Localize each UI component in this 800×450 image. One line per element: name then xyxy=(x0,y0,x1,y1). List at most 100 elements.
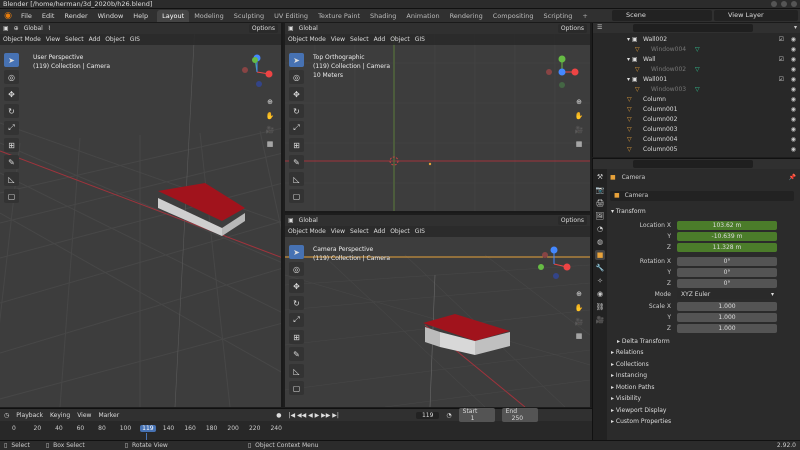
property-section-header[interactable]: ▸ Motion Paths xyxy=(611,383,654,393)
outliner-item[interactable]: ▾ ▣ Wall ☑ ◉ xyxy=(593,55,800,65)
visibility-eye-icon[interactable]: ◉ xyxy=(791,55,796,65)
world-tab-icon[interactable]: ◍ xyxy=(595,237,605,247)
camera-view-icon[interactable]: 🎥 xyxy=(574,317,584,327)
rotation-x-field[interactable]: 0° xyxy=(677,257,777,266)
object-mode-dropdown[interactable]: Object Mode xyxy=(288,228,326,235)
rotate-tool-icon[interactable]: ↻ xyxy=(4,104,19,118)
snap-icon[interactable]: ⌇ xyxy=(48,25,51,32)
menu-select[interactable]: Select xyxy=(350,228,369,235)
select-tool-icon[interactable]: ➤ xyxy=(289,53,304,67)
physics-tab-icon[interactable]: ◉ xyxy=(595,289,605,299)
record-icon[interactable]: ● xyxy=(276,412,281,419)
property-section-header[interactable]: ▸ Instancing xyxy=(611,371,647,381)
menu-playback[interactable]: Playback xyxy=(16,412,43,419)
menu-view[interactable]: View xyxy=(331,36,345,43)
timeline-ruler[interactable]: 0 20 40 60 80 100 119 140 160 180 200 220 240 xyxy=(0,421,592,441)
annotate-tool-icon[interactable]: ✎ xyxy=(4,155,19,169)
object-mode-dropdown[interactable]: Object Mode xyxy=(3,36,41,43)
menu-object[interactable]: Object xyxy=(390,228,410,235)
menu-add[interactable]: Add xyxy=(89,36,101,43)
menu-view[interactable]: View xyxy=(331,228,345,235)
outliner-item[interactable]: ▽ Column003 ◉ xyxy=(593,125,800,135)
outliner-item[interactable]: ▽ Window002 ▽ ◉ xyxy=(593,65,800,75)
transform-orientation-icon[interactable]: ⊕ xyxy=(14,25,19,32)
ortho-grid-icon[interactable]: ▦ xyxy=(574,139,584,149)
menu-marker[interactable]: Marker xyxy=(98,412,119,419)
menu-object[interactable]: Object xyxy=(390,36,410,43)
visibility-eye-icon[interactable]: ◉ xyxy=(791,125,796,135)
location-z-field[interactable]: 11.328 m xyxy=(677,243,777,252)
measure-tool-icon[interactable]: ◺ xyxy=(4,172,19,186)
tab-sculpting[interactable]: Sculpting xyxy=(229,10,269,22)
zoom-icon[interactable]: ⊕ xyxy=(265,97,275,107)
close-button[interactable] xyxy=(791,1,797,7)
options-dropdown[interactable]: Options xyxy=(557,24,587,33)
location-y-field[interactable]: -10.639 m xyxy=(677,232,777,241)
menu-add[interactable]: Add xyxy=(374,228,386,235)
annotate-tool-icon[interactable]: ✎ xyxy=(289,347,304,361)
scale-y-field[interactable]: 1.000 xyxy=(677,313,777,322)
exclude-checkbox[interactable]: ☑ xyxy=(779,75,784,85)
outliner-item[interactable]: ▽ Column004 ◉ xyxy=(593,135,800,145)
camera-view-icon[interactable]: 🎥 xyxy=(574,125,584,135)
scale-z-field[interactable]: 1.000 xyxy=(677,324,777,333)
viewport-top-orthographic[interactable]: ▣ Global Options Object Mode View Select… xyxy=(285,23,590,213)
particles-tab-icon[interactable]: ✧ xyxy=(595,276,605,286)
cursor-tool-icon[interactable]: ◎ xyxy=(289,262,304,276)
outliner-item[interactable]: ▾ ▣ Wall001 ☑ ◉ xyxy=(593,75,800,85)
menu-file[interactable]: File xyxy=(16,9,37,23)
blender-logo-icon[interactable]: ◉ xyxy=(0,9,16,23)
filter-icon[interactable]: ▾ xyxy=(794,23,797,33)
menu-gis[interactable]: GIS xyxy=(130,36,140,43)
pan-icon[interactable]: ✋ xyxy=(265,111,275,121)
view-layer-tab-icon[interactable]: 🖼 xyxy=(595,211,605,221)
orientation-dropdown[interactable]: Global xyxy=(24,25,43,32)
tab-animation[interactable]: Animation xyxy=(401,10,444,22)
rotation-z-field[interactable]: 0° xyxy=(677,279,777,288)
visibility-eye-icon[interactable]: ◉ xyxy=(791,135,796,145)
scene-selector[interactable]: Scene xyxy=(612,10,712,21)
visibility-eye-icon[interactable]: ◉ xyxy=(791,145,796,155)
output-tab-icon[interactable]: 🖨 xyxy=(595,198,605,208)
modifier-tab-icon[interactable]: 🔧 xyxy=(595,263,605,273)
move-tool-icon[interactable]: ✥ xyxy=(289,279,304,293)
viewport-user-perspective[interactable]: ▣ ⊕ Global ⌇ Options Object Mode View Se… xyxy=(0,23,283,407)
maximize-button[interactable] xyxy=(781,1,787,7)
menu-gis[interactable]: GIS xyxy=(415,228,425,235)
navigation-gizmo[interactable] xyxy=(535,245,573,283)
options-dropdown[interactable]: Options xyxy=(248,24,278,33)
tab-modeling[interactable]: Modeling xyxy=(189,10,229,22)
property-section-header[interactable]: ▸ Visibility xyxy=(611,394,641,404)
visibility-eye-icon[interactable]: ◉ xyxy=(791,35,796,45)
tab-texture-paint[interactable]: Texture Paint xyxy=(313,10,365,22)
add-cube-tool-icon[interactable]: ▢ xyxy=(289,189,304,203)
end-frame-field[interactable]: End 250 xyxy=(501,408,538,422)
preview-range-icon[interactable]: ◔ xyxy=(446,412,451,419)
scene-tab-icon[interactable]: ◔ xyxy=(595,224,605,234)
orientation-dropdown[interactable]: Global xyxy=(299,25,318,32)
exclude-checkbox[interactable]: ☑ xyxy=(779,35,784,45)
ortho-grid-icon[interactable]: ▦ xyxy=(574,331,584,341)
tab-compositing[interactable]: Compositing xyxy=(488,10,539,22)
outliner-search-input[interactable] xyxy=(633,24,753,32)
measure-tool-icon[interactable]: ◺ xyxy=(289,364,304,378)
scale-tool-icon[interactable]: ⤢ xyxy=(289,121,304,135)
property-section-header[interactable]: ▸ Viewport Display xyxy=(611,406,666,416)
location-x-field[interactable]: 103.62 m xyxy=(677,221,777,230)
rotate-tool-icon[interactable]: ↻ xyxy=(289,296,304,310)
scale-tool-icon[interactable]: ⤢ xyxy=(4,121,19,135)
add-cube-tool-icon[interactable]: ▢ xyxy=(4,189,19,203)
exclude-checkbox[interactable]: ☑ xyxy=(779,55,784,65)
scale-tool-icon[interactable]: ⤢ xyxy=(289,313,304,327)
menu-view[interactable]: View xyxy=(46,36,60,43)
properties-search-input[interactable] xyxy=(633,160,753,168)
menu-keying[interactable]: Keying xyxy=(50,412,70,419)
visibility-eye-icon[interactable]: ◉ xyxy=(791,75,796,85)
orientation-dropdown[interactable]: Global xyxy=(299,217,318,224)
menu-select[interactable]: Select xyxy=(350,36,369,43)
current-frame-field[interactable]: 119 xyxy=(415,411,440,419)
object-mode-dropdown[interactable]: Object Mode xyxy=(288,36,326,43)
navigation-gizmo[interactable] xyxy=(238,53,276,91)
tab-layout[interactable]: Layout xyxy=(157,9,190,22)
object-name-field[interactable]: ■ Camera xyxy=(610,191,794,201)
